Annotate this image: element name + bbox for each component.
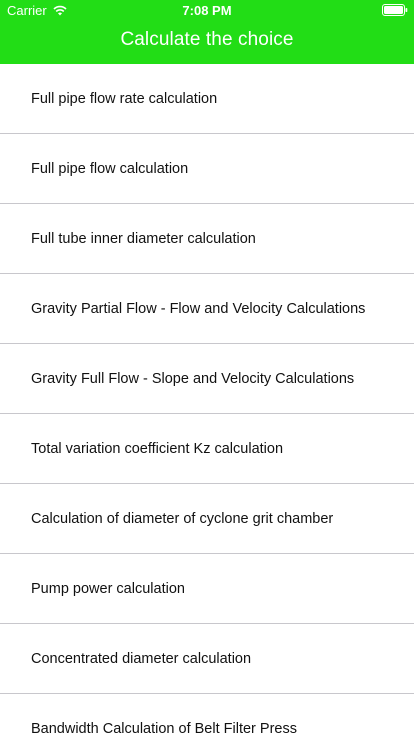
status-bar: Carrier 7:08 PM [0,0,414,20]
list-item-label: Gravity Partial Flow - Flow and Velocity… [31,300,366,317]
header: Carrier 7:08 PM Calculate the choice [0,0,414,64]
list-item-label: Concentrated diameter calculation [31,650,252,667]
list-item-label: Full pipe flow calculation [31,160,189,177]
calculation-list: Full pipe flow rate calculation Full pip… [0,64,414,736]
list-item-full-pipe-flow[interactable]: Full pipe flow calculation [0,134,414,204]
app-screen: Carrier 7:08 PM Calculate the choice Ful… [0,0,414,736]
list-item-gravity-partial-flow[interactable]: Gravity Partial Flow - Flow and Velocity… [0,274,414,344]
list-item-belt-filter-press-bandwidth[interactable]: Bandwidth Calculation of Belt Filter Pre… [0,694,414,736]
list-item-label: Bandwidth Calculation of Belt Filter Pre… [31,720,297,736]
list-item-concentrated-diameter[interactable]: Concentrated diameter calculation [0,624,414,694]
status-time: 7:08 PM [182,3,232,18]
list-item-label: Gravity Full Flow - Slope and Velocity C… [31,370,355,387]
list-item-label: Full pipe flow rate calculation [31,90,218,107]
list-item-pump-power[interactable]: Pump power calculation [0,554,414,624]
list-item-label: Full tube inner diameter calculation [31,230,256,247]
list-item-total-variation-coefficient[interactable]: Total variation coefficient Kz calculati… [0,414,414,484]
nav-title: Calculate the choice [120,29,294,50]
list-item-label: Total variation coefficient Kz calculati… [31,440,284,457]
list-item-cyclone-grit-chamber[interactable]: Calculation of diameter of cyclone grit … [0,484,414,554]
list-item-label: Pump power calculation [31,580,185,597]
battery-icon [382,4,408,16]
list-item-full-pipe-flow-rate[interactable]: Full pipe flow rate calculation [0,64,414,134]
list-item-label: Calculation of diameter of cyclone grit … [31,510,334,527]
list-item-full-tube-inner-diameter[interactable]: Full tube inner diameter calculation [0,204,414,274]
list-item-gravity-full-flow[interactable]: Gravity Full Flow - Slope and Velocity C… [0,344,414,414]
